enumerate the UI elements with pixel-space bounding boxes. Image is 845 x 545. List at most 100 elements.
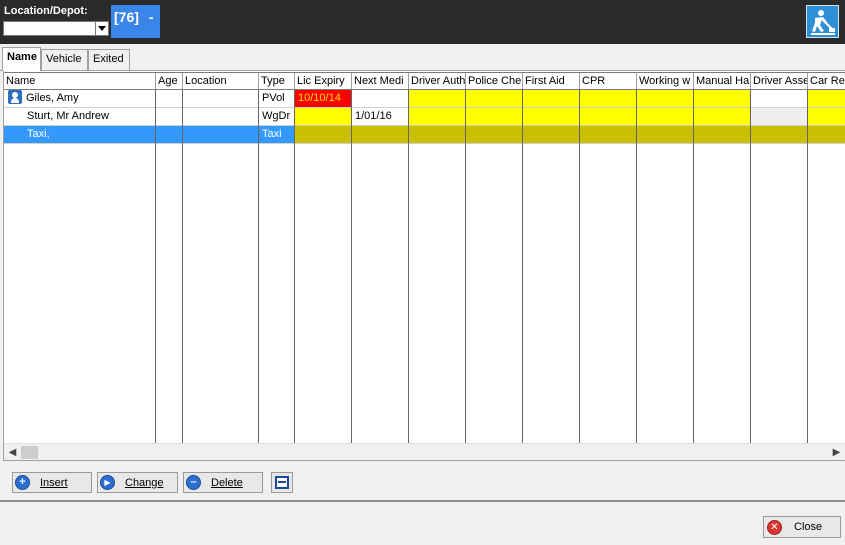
cell-location [183, 90, 259, 108]
change-label: Change [125, 476, 164, 489]
column-header-manual-handling[interactable]: Manual Ha [694, 73, 751, 89]
scroll-left-icon[interactable]: ◀ [4, 444, 21, 461]
cell-type: WgDr [259, 108, 295, 126]
cell-lic-expiry [295, 108, 352, 126]
worker-shovel-icon[interactable] [806, 5, 839, 38]
cell-car-re [808, 126, 845, 144]
cell-manual-handling [694, 108, 751, 126]
cell-working-with [637, 126, 694, 144]
change-button[interactable]: ▶ Change [97, 472, 178, 493]
close-label: Close [794, 521, 823, 533]
cell-cpr [580, 90, 637, 108]
column-header-lic-expiry[interactable]: Lic Expiry [295, 73, 352, 89]
cell-manual-handling [694, 126, 751, 144]
column-header-police-check[interactable]: Police Che [466, 73, 523, 89]
cell-driver-assessment [751, 126, 808, 144]
column-divider [579, 90, 580, 444]
cell-age [156, 108, 183, 126]
cell-cpr [580, 126, 637, 144]
cell-driver-auth [409, 126, 466, 144]
tab-vehicle[interactable]: Vehicle [41, 49, 88, 71]
delete-label: Delete [211, 476, 243, 489]
scroll-thumb[interactable] [21, 446, 38, 459]
insert-button[interactable]: + Insert [12, 472, 92, 493]
cell-driver-auth [409, 90, 466, 108]
cell-age [156, 126, 183, 144]
column-header-location[interactable]: Location [183, 73, 259, 89]
tab-bar: Name Vehicle Exited [0, 44, 845, 71]
close-button[interactable]: ✕ Close [763, 516, 841, 538]
cell-manual-handling [694, 90, 751, 108]
column-divider [408, 90, 409, 444]
column-divider [465, 90, 466, 444]
column-header-type[interactable]: Type [259, 73, 295, 89]
cell-first-aid [523, 126, 580, 144]
cell-next-medical [352, 90, 409, 108]
top-bar: Location/Depot: [76] - [0, 0, 845, 44]
chevron-down-icon[interactable] [95, 22, 108, 35]
table-row[interactable]: Giles, Amy PVol 10/10/14 [4, 90, 845, 108]
column-header-working-with[interactable]: Working w [637, 73, 694, 89]
plus-icon: + [15, 475, 30, 490]
cell-driver-auth [409, 108, 466, 126]
cell-type: PVol [259, 90, 295, 108]
grid-border [3, 460, 845, 461]
cell-location [183, 108, 259, 126]
cell-police-check [466, 90, 523, 108]
cell-next-medical: 1/01/16 [352, 108, 409, 126]
cell-name: Sturt, Mr Andrew [4, 108, 156, 126]
delete-button[interactable]: – Delete [183, 472, 263, 493]
column-divider [807, 90, 808, 444]
column-divider [351, 90, 352, 444]
cell-police-check [466, 108, 523, 126]
horizontal-scrollbar[interactable]: ◀ ▶ [4, 443, 845, 460]
cell-first-aid [523, 90, 580, 108]
column-header-next-medical[interactable]: Next Medi [352, 73, 409, 89]
cell-lic-expiry [295, 126, 352, 144]
cell-driver-assessment [751, 90, 808, 108]
column-divider [636, 90, 637, 444]
record-count-badge: [76] - [111, 5, 160, 38]
cell-police-check [466, 126, 523, 144]
column-divider [750, 90, 751, 444]
tab-exited[interactable]: Exited [88, 49, 130, 71]
column-divider [522, 90, 523, 444]
cell-working-with [637, 108, 694, 126]
location-depot-label: Location/Depot: [4, 5, 88, 17]
column-divider [693, 90, 694, 444]
tab-name[interactable]: Name [2, 47, 41, 71]
location-depot-select[interactable] [3, 21, 109, 36]
column-header-car-re[interactable]: Car Re [808, 73, 845, 89]
cell-lic-expiry: 10/10/14 [295, 90, 352, 108]
table-row[interactable]: Sturt, Mr Andrew WgDr 1/01/16 [4, 108, 845, 126]
scroll-right-icon[interactable]: ▶ [828, 444, 845, 461]
cell-next-medical [352, 126, 409, 144]
cell-cpr [580, 108, 637, 126]
column-header-age[interactable]: Age [156, 73, 183, 89]
print-button[interactable] [271, 472, 293, 493]
cell-driver-assessment [751, 108, 808, 126]
column-header-name[interactable]: Name [4, 73, 156, 89]
cell-name: Taxi, [4, 126, 156, 144]
cell-car-re [808, 108, 845, 126]
column-divider [258, 90, 259, 444]
badge-suffix: - [148, 9, 154, 25]
cell-first-aid [523, 108, 580, 126]
column-divider [155, 90, 156, 444]
cell-name: Giles, Amy [4, 90, 156, 108]
cell-age [156, 90, 183, 108]
staff-grid[interactable]: Name Age Location Type Lic Expiry Next M… [3, 71, 845, 461]
column-header-cpr[interactable]: CPR [580, 73, 637, 89]
close-icon: ✕ [767, 519, 782, 535]
cell-location [183, 126, 259, 144]
column-header-first-aid[interactable]: First Aid [523, 73, 580, 89]
column-header-driver-assessment[interactable]: Driver Asse [751, 73, 808, 89]
table-row-selected[interactable]: Taxi, Taxi [4, 126, 845, 144]
grid-header: Name Age Location Type Lic Expiry Next M… [4, 72, 845, 90]
printer-icon [275, 476, 289, 489]
minus-icon: – [186, 475, 201, 490]
footer-separator [0, 500, 845, 502]
person-icon [8, 90, 22, 105]
column-header-driver-auth[interactable]: Driver Auth [409, 73, 466, 89]
play-icon: ▶ [100, 475, 115, 490]
